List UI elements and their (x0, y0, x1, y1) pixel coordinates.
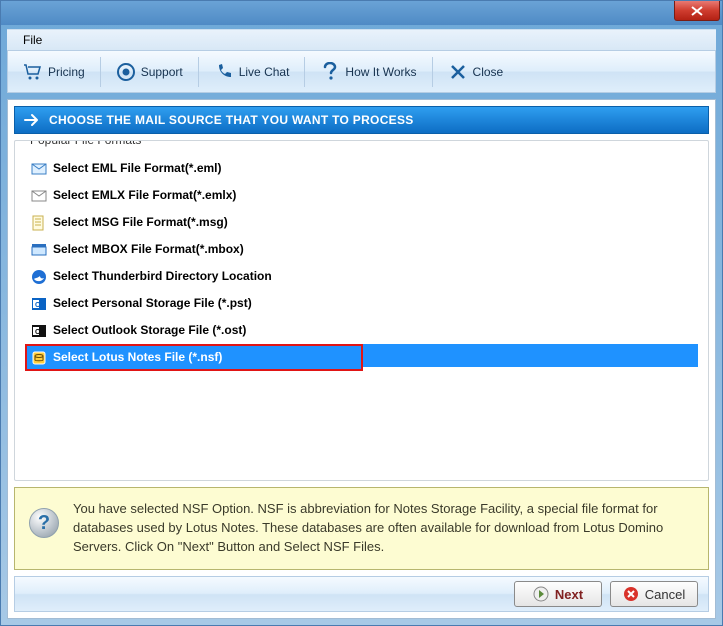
format-item-msg[interactable]: Select MSG File Format(*.msg) (25, 209, 698, 236)
cancel-button[interactable]: Cancel (610, 581, 698, 607)
section-title: CHOOSE THE MAIL SOURCE THAT YOU WANT TO … (49, 113, 414, 127)
window-close-button[interactable] (674, 1, 720, 21)
next-icon (533, 586, 549, 602)
msg-icon (31, 215, 47, 231)
cancel-label: Cancel (645, 587, 685, 602)
section-header: CHOOSE THE MAIL SOURCE THAT YOU WANT TO … (14, 106, 709, 134)
separator (304, 57, 305, 87)
support-icon (116, 62, 136, 82)
toolbar-close[interactable]: Close (437, 57, 515, 87)
cart-icon (23, 62, 43, 82)
toolbar-label: Support (141, 65, 183, 79)
toolbar-label: How It Works (345, 65, 416, 79)
format-item-thunderbird[interactable]: Select Thunderbird Directory Location (25, 263, 698, 290)
mbox-icon (31, 242, 47, 258)
format-item-emlx[interactable]: Select EMLX File Format(*.emlx) (25, 182, 698, 209)
menubar: File (7, 29, 716, 51)
pst-icon: O (31, 296, 47, 312)
selection-highlight (363, 344, 698, 367)
separator (432, 57, 433, 87)
format-item-ost[interactable]: O Select Outlook Storage File (*.ost) (25, 317, 698, 344)
toolbar-support[interactable]: Support (105, 57, 194, 87)
titlebar (1, 1, 722, 25)
toolbar-label: Close (473, 65, 504, 79)
close-x-icon (448, 62, 468, 82)
question-icon (320, 62, 340, 82)
format-item-eml[interactable]: Select EML File Format(*.eml) (25, 155, 698, 182)
format-item-label: Select Lotus Notes File (*.nsf) (53, 348, 222, 367)
toolbar-livechat[interactable]: Live Chat (203, 57, 301, 87)
svg-text:O: O (35, 329, 41, 336)
format-item-label: Select EML File Format(*.eml) (53, 159, 222, 178)
nsf-icon (31, 350, 47, 366)
separator (198, 57, 199, 87)
toolbar-howitworks[interactable]: How It Works (309, 57, 427, 87)
format-item-pst[interactable]: O Select Personal Storage File (*.pst) (25, 290, 698, 317)
emlx-icon (31, 188, 47, 204)
toolbar-pricing[interactable]: Pricing (12, 57, 96, 87)
svg-text:O: O (35, 302, 41, 309)
format-item-label: Select MSG File Format(*.msg) (53, 213, 228, 232)
ost-icon: O (31, 323, 47, 339)
format-item-mbox[interactable]: Select MBOX File Format(*.mbox) (25, 236, 698, 263)
cancel-icon (623, 586, 639, 602)
format-item-label: Select EMLX File Format(*.emlx) (53, 186, 236, 205)
menu-file[interactable]: File (15, 31, 50, 49)
arrow-right-icon (23, 111, 41, 129)
format-item-selected-row: Select Lotus Notes File (*.nsf) (25, 344, 698, 371)
toolbar: Pricing Support Live Chat How It Works (7, 51, 716, 93)
app-window: File Pricing Support Live Chat (0, 0, 723, 626)
close-icon (691, 6, 703, 16)
format-item-label: Select Personal Storage File (*.pst) (53, 294, 252, 313)
format-item-label: Select MBOX File Format(*.mbox) (53, 240, 244, 259)
info-panel: ? You have selected NSF Option. NSF is a… (14, 487, 709, 570)
eml-icon (31, 161, 47, 177)
separator (100, 57, 101, 87)
next-label: Next (555, 587, 583, 602)
format-item-nsf[interactable]: Select Lotus Notes File (*.nsf) (25, 344, 363, 371)
next-button[interactable]: Next (514, 581, 602, 607)
toolbar-label: Live Chat (239, 65, 290, 79)
format-list: Select EML File Format(*.eml) Select EMLX… (25, 155, 698, 371)
bottom-bar: Next Cancel (14, 576, 709, 612)
phone-icon (214, 62, 234, 82)
format-item-label: Select Outlook Storage File (*.ost) (53, 321, 246, 340)
info-text: You have selected NSF Option. NSF is abb… (73, 500, 694, 557)
content-area: CHOOSE THE MAIL SOURCE THAT YOU WANT TO … (7, 99, 716, 619)
popular-file-formats-group: Popular File Formats Select EML File For… (14, 140, 709, 481)
group-legend: Popular File Formats (25, 140, 146, 147)
info-icon: ? (29, 508, 59, 538)
thunderbird-icon (31, 269, 47, 285)
format-item-label: Select Thunderbird Directory Location (53, 267, 272, 286)
toolbar-label: Pricing (48, 65, 85, 79)
